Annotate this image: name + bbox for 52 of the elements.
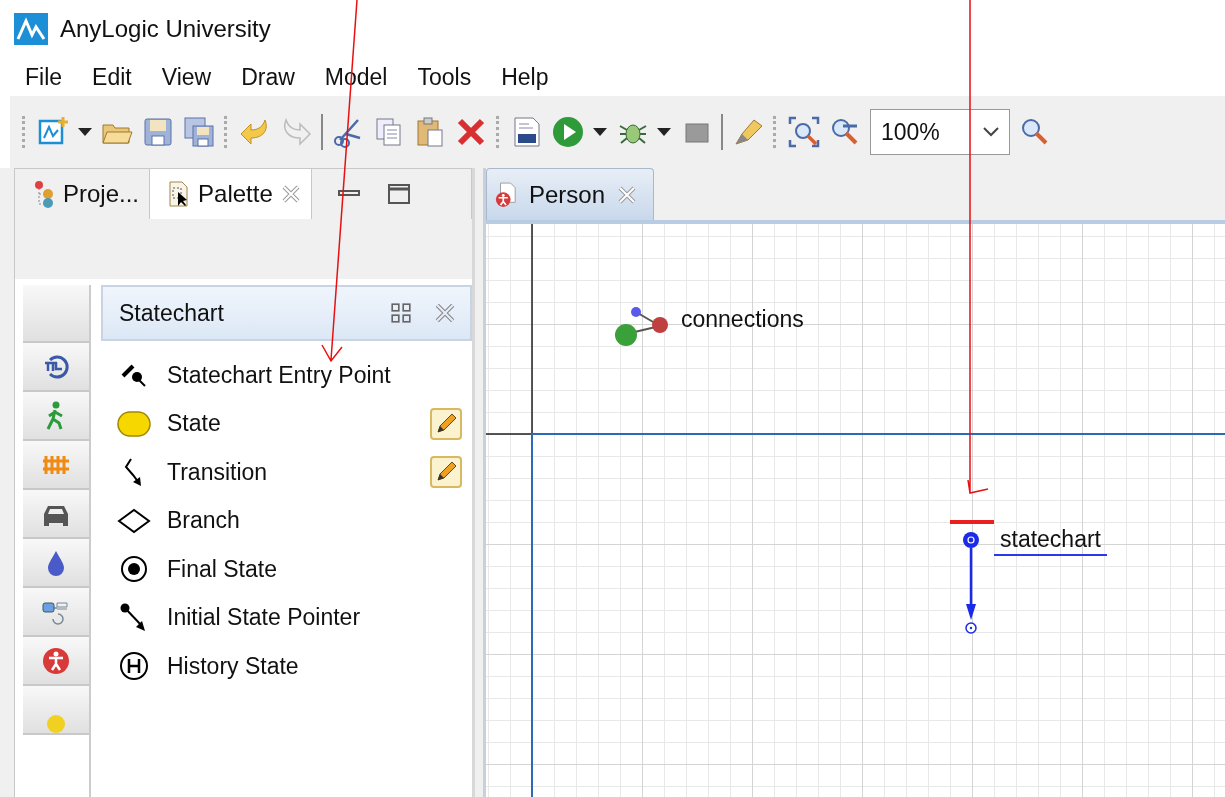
palette-item[interactable]: Branch <box>167 507 240 535</box>
category-button[interactable] <box>23 343 89 392</box>
pencil-icon[interactable] <box>430 407 462 440</box>
chevron-down-icon <box>983 127 999 137</box>
state-icon <box>117 408 151 439</box>
menu-item[interactable]: Draw <box>241 63 295 91</box>
palette-item[interactable]: Statechart Entry Point <box>167 361 391 389</box>
caret-icon[interactable] <box>78 128 92 136</box>
palette-icon <box>168 180 191 208</box>
history-state-icon <box>117 651 151 682</box>
panel-tab[interactable]: Palette <box>150 169 312 219</box>
close-icon[interactable] <box>280 184 301 204</box>
close-icon[interactable] <box>434 302 456 324</box>
shapes-icon <box>47 715 65 733</box>
palette-item[interactable]: Transition <box>167 458 268 486</box>
section-title: Statechart <box>119 299 224 327</box>
pencil-icon[interactable] <box>430 456 462 489</box>
caret-icon[interactable] <box>657 128 671 136</box>
grid-icon[interactable] <box>390 302 412 324</box>
element-label[interactable]: connections <box>681 304 804 334</box>
person-circle-icon <box>41 645 71 676</box>
save-icon[interactable] <box>142 116 174 148</box>
palette-item[interactable]: Initial State Pointer <box>167 604 361 632</box>
run-icon[interactable] <box>552 116 584 148</box>
window-title: AnyLogic University <box>60 15 271 43</box>
build-icon[interactable] <box>511 116 543 148</box>
app-logo-icon <box>14 13 48 45</box>
menu-item[interactable]: Help <box>501 63 549 91</box>
agent-file-icon <box>495 180 517 209</box>
palette-item[interactable]: State <box>167 410 221 438</box>
save-all-icon[interactable] <box>183 116 215 148</box>
element-label[interactable]: statechart <box>994 524 1107 556</box>
connections-icon <box>614 306 668 346</box>
close-icon[interactable] <box>617 184 638 205</box>
palette-item[interactable]: Final State <box>167 555 277 583</box>
category-button[interactable] <box>23 490 89 539</box>
zoom-fit-icon[interactable] <box>788 116 820 148</box>
palette-item[interactable]: History State <box>167 652 299 680</box>
editor-tab[interactable]: Person <box>486 168 655 220</box>
menu-item[interactable]: Edit <box>92 63 132 91</box>
clipboard-icon[interactable] <box>414 116 446 148</box>
menu-item[interactable]: File <box>25 63 63 91</box>
project-tree-icon <box>33 180 55 208</box>
menu-item[interactable]: Tools <box>417 63 472 91</box>
caret-icon[interactable] <box>593 128 607 136</box>
maximize-icon[interactable] <box>387 183 410 205</box>
zoom-field[interactable]: 100% <box>870 109 1010 155</box>
category-button[interactable] <box>23 637 89 686</box>
menu-item[interactable]: View <box>161 63 212 91</box>
category-button[interactable] <box>23 539 89 588</box>
category-button[interactable] <box>23 392 89 441</box>
delete-icon[interactable] <box>455 116 487 148</box>
